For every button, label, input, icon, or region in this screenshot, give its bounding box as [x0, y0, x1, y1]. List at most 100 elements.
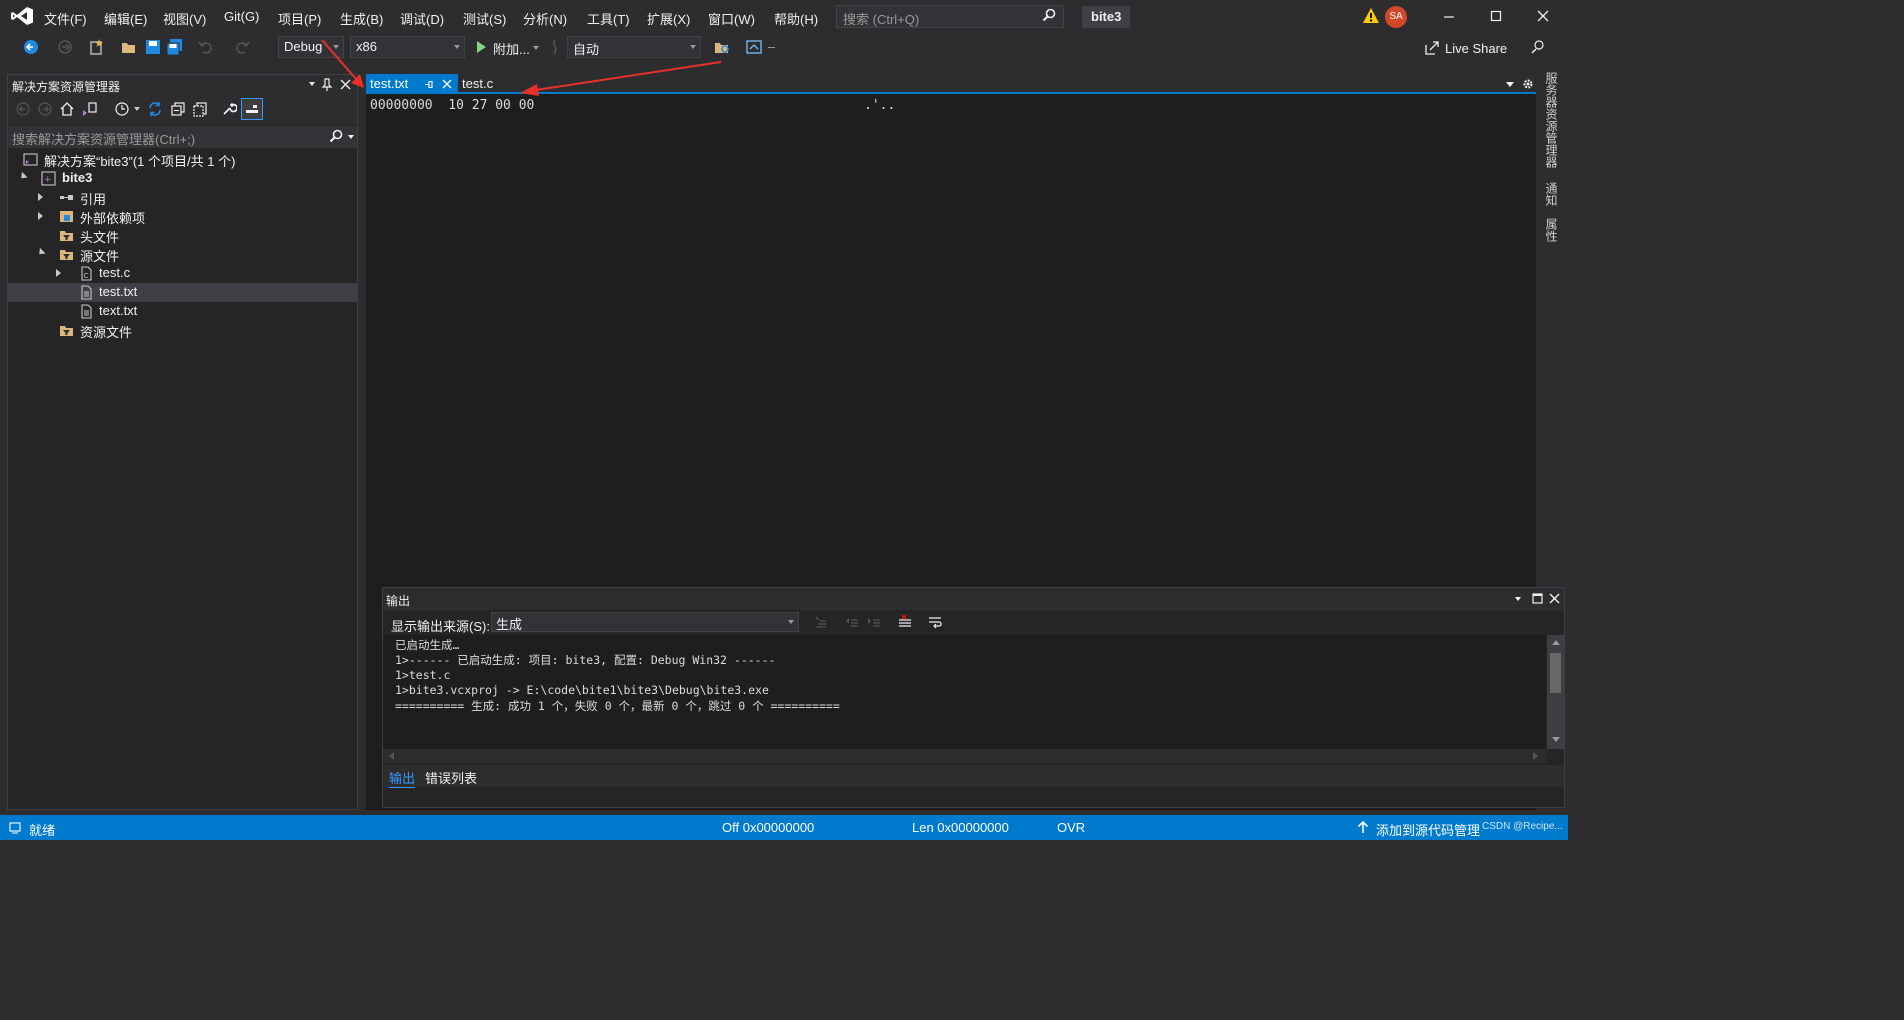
visual-studio-logo-icon[interactable] — [10, 6, 34, 26]
preview-selected-items-button[interactable] — [241, 98, 263, 120]
tree-item-header-files[interactable]: 头文件 — [8, 226, 357, 245]
forward-icon[interactable] — [56, 38, 74, 56]
live-share-button[interactable]: Live Share — [1445, 41, 1507, 56]
find-message-in-code-icon[interactable] — [813, 614, 829, 630]
tree-item-project[interactable]: + bite3 — [8, 169, 357, 188]
hex-ascii-column[interactable]: .'.. — [864, 98, 895, 113]
previous-message-icon[interactable] — [845, 614, 861, 630]
tab-output[interactable]: 输出 — [389, 768, 416, 788]
sync-icon[interactable] — [147, 101, 163, 117]
auto-select[interactable]: 自动 — [567, 36, 701, 58]
collapsed-arrow-icon[interactable] — [56, 269, 61, 277]
gear-icon[interactable] — [1522, 78, 1534, 90]
add-to-source-control-button[interactable]: 添加到源代码管理 — [1376, 820, 1480, 839]
redo-icon[interactable] — [233, 38, 251, 56]
warning-icon[interactable] — [1362, 7, 1380, 25]
new-project-icon[interactable] — [88, 38, 106, 56]
vertical-scrollbar[interactable] — [1547, 635, 1564, 749]
menu-edit[interactable]: 编辑(E) — [104, 9, 147, 28]
solution-config-select[interactable]: Debug — [278, 36, 344, 58]
feedback-icon[interactable] — [1530, 39, 1546, 55]
close-icon[interactable] — [442, 79, 452, 89]
menu-test[interactable]: 测试(S) — [463, 9, 506, 28]
menu-project[interactable]: 项目(P) — [278, 9, 321, 28]
maximize-icon[interactable] — [1532, 593, 1543, 604]
scroll-down-icon[interactable] — [1552, 737, 1560, 742]
tab-error-list[interactable]: 错误列表 — [425, 768, 477, 787]
live-share-icon[interactable] — [1424, 40, 1440, 56]
home-window-icon[interactable] — [745, 38, 763, 56]
search-icon[interactable] — [329, 129, 343, 143]
menu-window[interactable]: 窗口(W) — [708, 9, 755, 28]
toolbar-overflow-icon[interactable] — [768, 47, 775, 48]
platform-select[interactable]: x86 — [350, 36, 465, 58]
chevron-down-icon[interactable] — [348, 135, 354, 139]
attach-button[interactable]: 附加... — [493, 39, 530, 58]
tree-item-text-txt[interactable]: text.txt — [8, 302, 357, 321]
undo-icon[interactable] — [197, 38, 215, 56]
tree-item-test-txt[interactable]: test.txt — [8, 283, 357, 302]
tab-test-txt[interactable]: test.txt — [366, 74, 458, 94]
open-folder-icon[interactable] — [120, 38, 138, 56]
chevron-down-icon[interactable] — [533, 46, 539, 50]
output-source-select[interactable]: 生成 — [491, 612, 799, 632]
expanded-arrow-icon[interactable] — [36, 247, 46, 258]
tree-item-test-c[interactable]: C test.c — [8, 264, 357, 283]
scroll-up-icon[interactable] — [1552, 640, 1560, 645]
back-icon[interactable] — [16, 102, 30, 116]
chevron-down-icon[interactable] — [309, 82, 315, 86]
scrollbar-thumb[interactable] — [1550, 653, 1561, 693]
tree-item-solution[interactable]: 解决方案“bite3”(1 个项目/共 1 个) — [8, 150, 357, 169]
chevron-down-icon[interactable] — [1506, 82, 1514, 87]
tree-item-resource-files[interactable]: 资源文件 — [8, 321, 357, 340]
close-icon[interactable] — [340, 79, 351, 90]
close-window-icon[interactable] — [1535, 8, 1551, 24]
notifications-tab[interactable]: 通知 — [1544, 182, 1560, 206]
tree-item-external-dependencies[interactable]: 外部依赖项 — [8, 207, 357, 226]
collapsed-arrow-icon[interactable] — [38, 193, 43, 201]
menu-extensions[interactable]: 扩展(X) — [647, 9, 690, 28]
menu-view[interactable]: 视图(V) — [163, 9, 206, 28]
search-icon[interactable] — [1042, 8, 1056, 22]
solution-search-input[interactable]: 搜索解决方案资源管理器(Ctrl+;) — [8, 126, 357, 148]
collapsed-arrow-icon[interactable] — [38, 212, 43, 220]
hex-data-row[interactable]: 00000000 10 27 00 00 — [370, 98, 534, 113]
minimize-icon[interactable] — [1441, 8, 1457, 24]
chevron-down-icon[interactable] — [134, 107, 140, 111]
show-all-files-icon[interactable] — [192, 101, 208, 117]
scroll-left-icon[interactable] — [389, 752, 394, 760]
word-wrap-icon[interactable] — [927, 614, 943, 630]
pending-changes-filter-icon[interactable] — [114, 101, 130, 117]
start-debug-icon[interactable] — [472, 38, 490, 56]
menu-git[interactable]: Git(G) — [224, 9, 259, 24]
up-arrow-icon[interactable] — [1357, 821, 1369, 834]
properties-wrench-icon[interactable] — [221, 101, 237, 117]
home-icon[interactable] — [59, 101, 75, 117]
menu-build[interactable]: 生成(B) — [340, 9, 383, 28]
menu-help[interactable]: 帮助(H) — [774, 9, 818, 28]
menu-file[interactable]: 文件(F) — [44, 9, 87, 28]
pin-icon[interactable] — [423, 79, 434, 90]
save-all-icon[interactable] — [166, 38, 184, 56]
switch-views-icon[interactable] — [82, 101, 98, 117]
output-text-area[interactable]: 已启动生成… 1>------ 已启动生成: 项目: bite3, 配置: De… — [383, 635, 1546, 749]
scroll-right-icon[interactable] — [1533, 752, 1538, 760]
expanded-arrow-icon[interactable] — [18, 171, 28, 182]
hot-reload-icon[interactable] — [546, 38, 564, 56]
horizontal-scrollbar[interactable] — [383, 749, 1546, 763]
find-in-files-icon[interactable] — [713, 38, 731, 56]
next-message-icon[interactable] — [867, 614, 883, 630]
menu-tools[interactable]: 工具(T) — [587, 9, 630, 28]
pin-icon[interactable] — [321, 78, 333, 92]
back-icon[interactable] — [22, 38, 40, 56]
tab-test-c[interactable]: test.c — [462, 76, 493, 91]
clear-all-icon[interactable] — [897, 614, 913, 630]
server-explorer-tab[interactable]: 服务器资源管理器 — [1544, 72, 1560, 168]
search-input[interactable]: 搜索 (Ctrl+Q) — [836, 5, 1064, 28]
properties-tab[interactable]: 属性 — [1544, 218, 1560, 242]
menu-analyze[interactable]: 分析(N) — [523, 9, 567, 28]
forward-icon[interactable] — [38, 102, 52, 116]
save-icon[interactable] — [144, 38, 162, 56]
tree-item-source-files[interactable]: 源文件 — [8, 245, 357, 264]
collapse-all-icon[interactable] — [170, 101, 186, 117]
